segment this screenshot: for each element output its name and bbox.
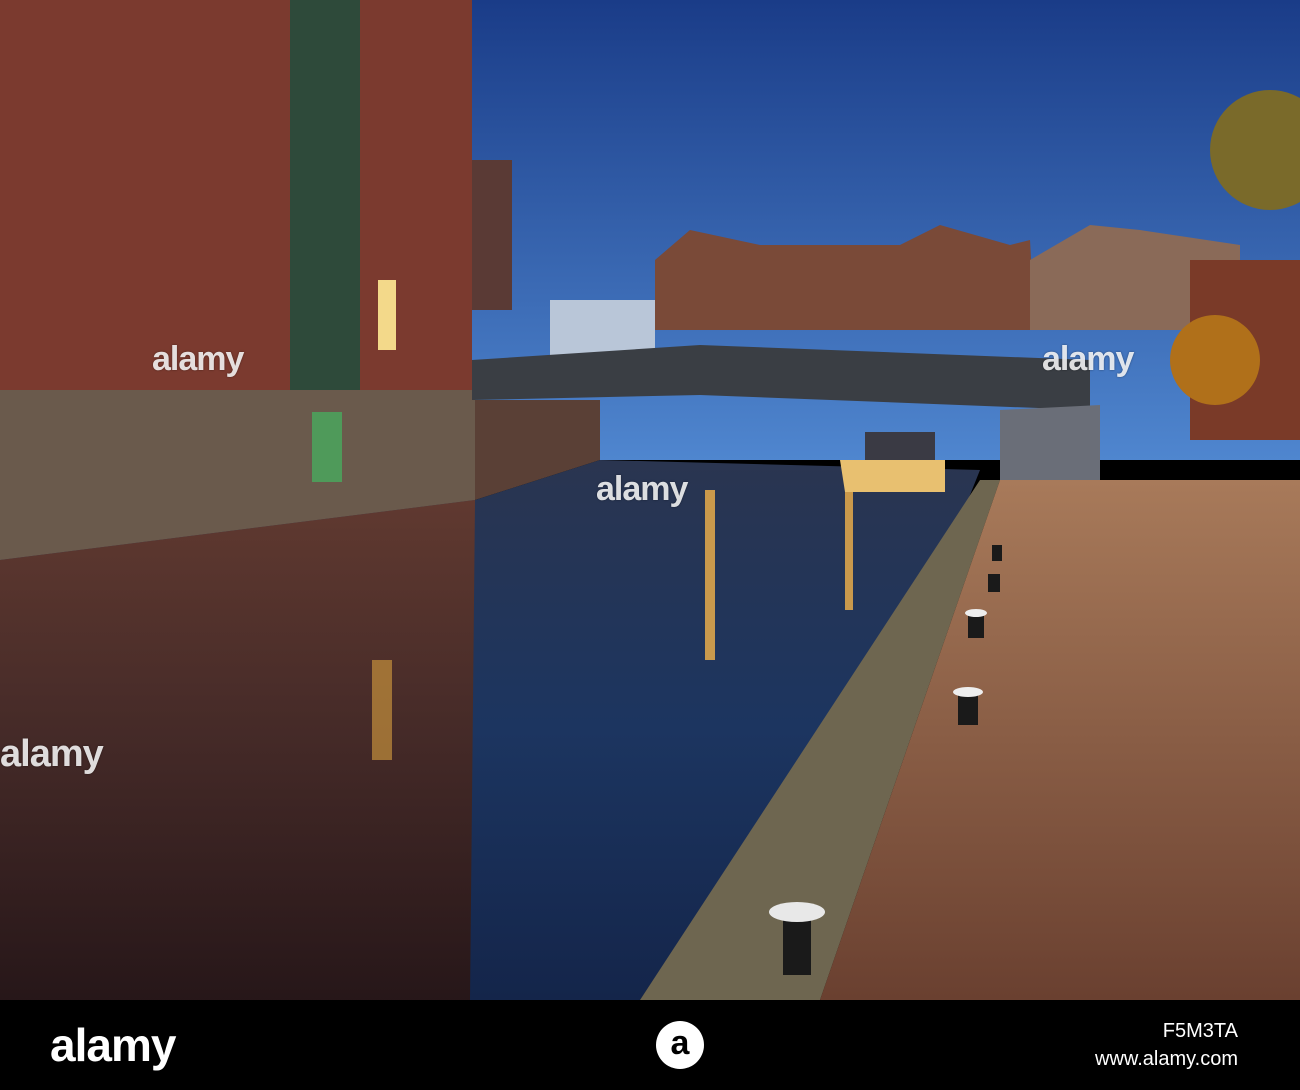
watermark: alamy [152, 340, 244, 378]
watermark: alamy [596, 470, 688, 508]
tree [1170, 315, 1260, 405]
watermark: alamy [1042, 340, 1134, 378]
alamy-badge-icon: a [656, 1021, 704, 1069]
image-id: F5M3TA [1162, 1020, 1238, 1042]
watermark: alamy [0, 733, 104, 775]
footer-bar: alamy a F5M3TA www.alamy.com [0, 1000, 1300, 1090]
alamy-logo: alamy [50, 1019, 176, 1071]
site-url: www.alamy.com [1095, 1048, 1238, 1070]
photo-stage: alamy alamy alamy alamy alamy a F5M3TA w… [0, 0, 1300, 1090]
moored-boat [840, 460, 945, 492]
